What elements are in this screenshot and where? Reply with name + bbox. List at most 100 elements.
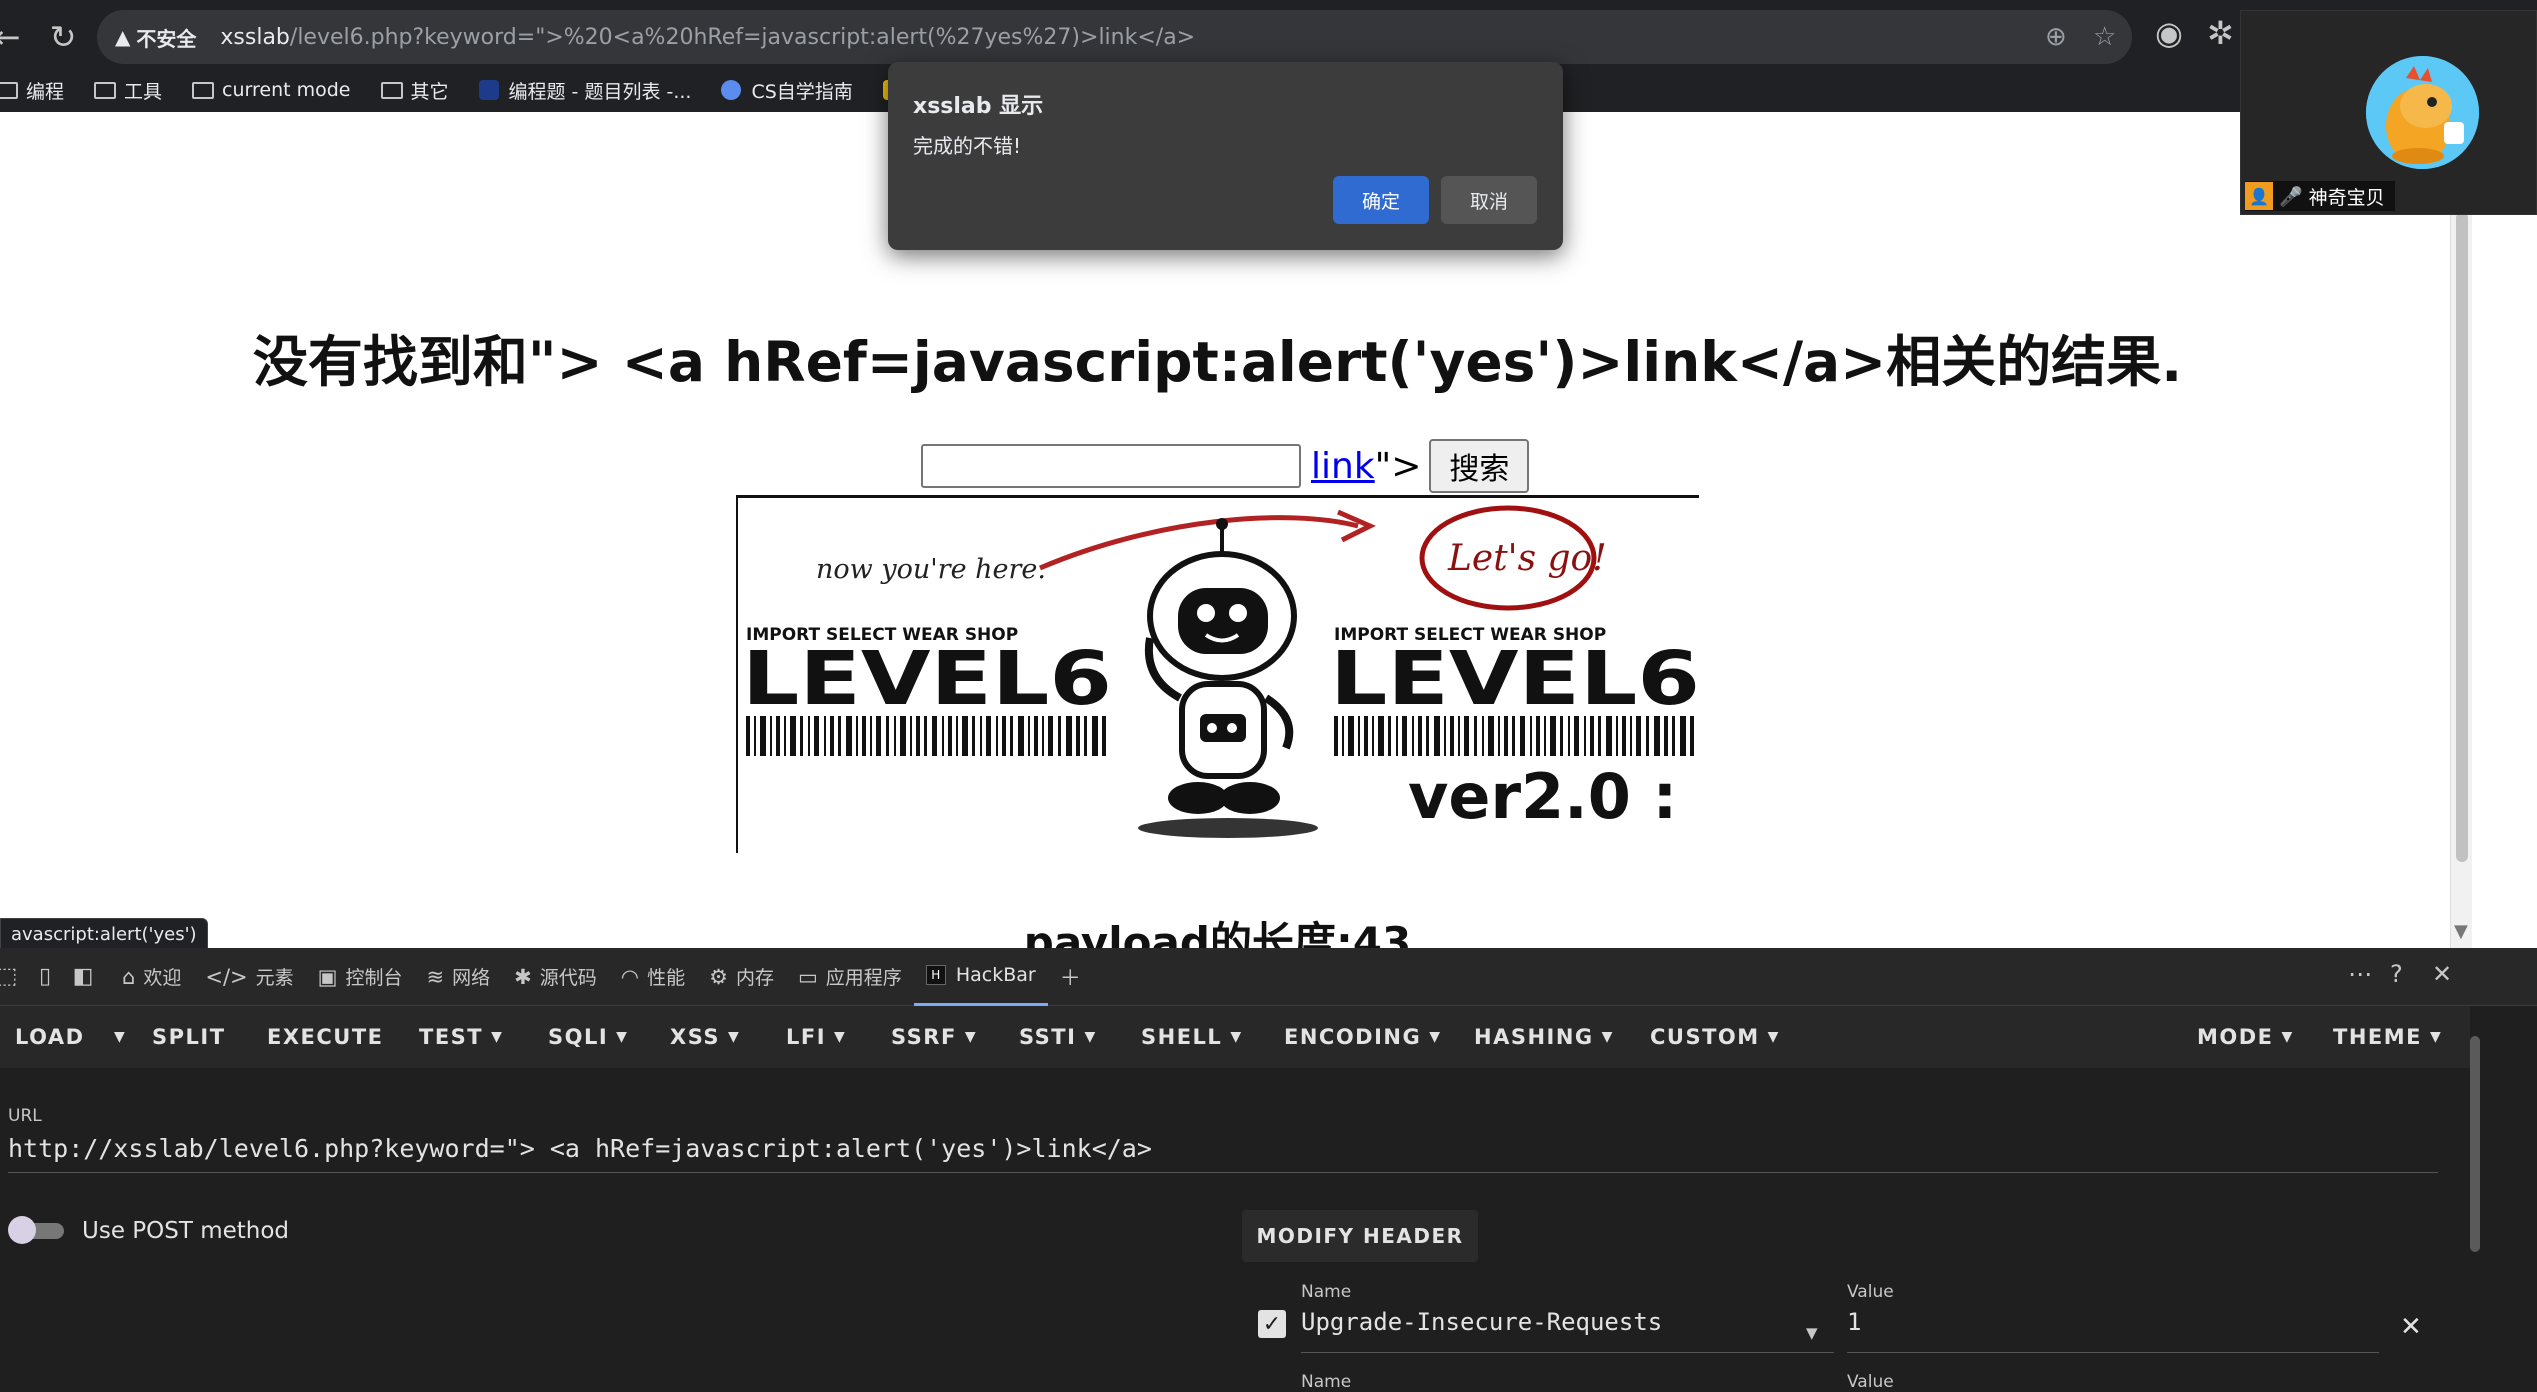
chevron-down-icon: ▼ — [834, 1029, 847, 1045]
tab-memory[interactable]: ⚙ 内存 — [697, 948, 786, 1006]
tab-performance[interactable]: ◠ 性能 — [609, 948, 697, 1006]
chevron-down-icon: ▼ — [2281, 1029, 2294, 1045]
menu-custom[interactable]: CUSTOM ▼ — [1650, 1006, 1780, 1068]
home-icon: ⌂ — [122, 964, 136, 989]
url-field-label: URL — [8, 1106, 42, 1126]
folder-icon — [0, 81, 18, 99]
menu-load-dropdown[interactable]: ▼ — [106, 1006, 126, 1068]
menu-execute[interactable]: EXECUTE — [267, 1006, 384, 1068]
bookmark-folder-1[interactable]: 编程 — [0, 77, 64, 104]
menu-ssti[interactable]: SSTI ▼ — [1019, 1006, 1097, 1068]
menu-xss[interactable]: XSS ▼ — [670, 1006, 740, 1068]
chevron-down-icon: ▼ — [1601, 1029, 1614, 1045]
menu-encoding[interactable]: ENCODING ▼ — [1284, 1006, 1442, 1068]
folder-icon — [94, 81, 117, 99]
user-icon: 👤 — [2245, 182, 2273, 210]
insecure-label[interactable]: 不安全 — [136, 23, 196, 52]
header-name-field[interactable]: Upgrade-Insecure-Requests — [1301, 1308, 1662, 1336]
menu-test[interactable]: TEST ▼ — [419, 1006, 503, 1068]
participant-name: 神奇宝贝 — [2308, 186, 2385, 209]
header-name-label-2: Name — [1301, 1372, 1352, 1392]
chevron-down-icon: ▼ — [964, 1029, 978, 1045]
chevron-down-icon: ▼ — [491, 1029, 504, 1045]
video-call-overlay[interactable]: 👤 🎤 神奇宝贝 — [2240, 10, 2537, 215]
devtools-scrollbar[interactable] — [2470, 1006, 2537, 1392]
bookmark-folder-3[interactable]: current mode — [192, 79, 351, 101]
barcode-left — [746, 716, 1106, 756]
wifi-icon: ≋ — [426, 964, 445, 989]
dialog-ok-button[interactable]: 确定 — [1333, 176, 1429, 224]
dialog-cancel-button[interactable]: 取消 — [1441, 176, 1537, 224]
devtools-tab-bar: ⬚ ▯ ◧ ⌂ 欢迎 </> 元素 ▣ 控制台 ≋ 网络 ✱ 源代码 ◠ 性能 ⚙ 内存 ▭ 应… — [0, 948, 2537, 1006]
bookmark-star-icon[interactable]: ☆ — [2093, 22, 2116, 52]
gauge-icon: ◠ — [620, 964, 640, 989]
menu-shell[interactable]: SHELL ▼ — [1141, 1006, 1243, 1068]
scroll-down-icon[interactable]: ▼ — [2454, 921, 2468, 942]
extensions-puzzle-icon[interactable]: ✲ — [2207, 14, 2234, 52]
search-button[interactable]: 搜索 — [1429, 439, 1530, 493]
back-icon[interactable]: ← — [0, 12, 32, 62]
post-method-label: Use POST method — [82, 1218, 290, 1244]
menu-sqli[interactable]: SQLI ▼ — [548, 1006, 628, 1068]
menu-hashing[interactable]: HASHING ▼ — [1474, 1006, 1614, 1068]
bookmark-site-1[interactable]: 编程题 - 题目列表 -... — [478, 77, 691, 104]
tab-hackbar[interactable]: H HackBar — [913, 948, 1048, 1006]
menu-load[interactable]: LOAD — [15, 1006, 85, 1068]
dock-panel-icon[interactable]: ◧ — [66, 960, 100, 994]
device-toggle-icon[interactable]: ▯ — [28, 960, 62, 994]
alert-dialog: xsslab 显示 完成的不错! 确定 取消 — [888, 62, 1563, 250]
search-form: link "> 搜索 — [921, 439, 1530, 493]
header-name-dropdown-icon[interactable]: ▼ — [1806, 1324, 1818, 1342]
header-enabled-checkbox[interactable]: ✓ — [1258, 1310, 1286, 1338]
folder-icon — [192, 81, 215, 99]
level-text-left: LEVEL6 — [742, 636, 1112, 722]
tab-elements[interactable]: </> 元素 — [193, 948, 305, 1006]
help-icon[interactable]: ? — [2390, 960, 2403, 988]
reload-icon[interactable]: ↻ — [38, 12, 88, 62]
url-field[interactable]: http://xsslab/level6.php?keyword="> <a h… — [8, 1134, 1152, 1163]
more-options-icon[interactable]: ⋯ — [2348, 960, 2372, 988]
menu-lfi[interactable]: LFI ▼ — [786, 1006, 846, 1068]
tab-welcome[interactable]: ⌂ 欢迎 — [110, 948, 193, 1006]
menu-theme[interactable]: THEME ▼ — [2333, 1006, 2442, 1068]
devtools-scroll-thumb[interactable] — [2470, 1036, 2480, 1252]
link-status-tooltip: avascript:alert('yes') — [0, 918, 208, 950]
modify-header-button[interactable]: MODIFY HEADER — [1242, 1210, 1478, 1262]
url-field-underline — [8, 1172, 2438, 1173]
menu-ssrf[interactable]: SSRF ▼ — [891, 1006, 977, 1068]
page-scrollbar[interactable]: ▼ — [2450, 112, 2472, 948]
level-banner-svg: now you're here. Let's go! IMPORT SELECT… — [742, 505, 1699, 838]
close-devtools-icon[interactable]: ✕ — [2432, 960, 2452, 988]
plus-icon: ＋ — [1059, 965, 1081, 990]
menu-mode[interactable]: MODE ▼ — [2197, 1006, 2294, 1068]
site-icon — [478, 80, 499, 100]
tab-sources[interactable]: ✱ 源代码 — [502, 948, 609, 1006]
keyword-input[interactable] — [921, 444, 1301, 488]
header-name-label: Name — [1301, 1282, 1352, 1302]
remove-header-icon[interactable]: ✕ — [2400, 1312, 2422, 1342]
menu-split[interactable]: SPLIT — [152, 1006, 226, 1068]
inspect-icon[interactable]: ⬚ — [0, 960, 24, 994]
bookmark-folder-2[interactable]: 工具 — [94, 77, 162, 104]
zoom-icon[interactable]: ⊕ — [2045, 22, 2067, 52]
bookmark-folder-4[interactable]: 其它 — [380, 77, 449, 104]
injected-link[interactable]: link — [1311, 446, 1375, 487]
extension-circle-icon[interactable]: ◉ — [2155, 14, 2183, 52]
address-bar[interactable]: ▲ 不安全 xsslab/level6.php?keyword=">%20<a%… — [97, 10, 2132, 64]
tab-console[interactable]: ▣ 控制台 — [306, 948, 415, 1006]
header-name-underline — [1301, 1352, 1834, 1353]
bug-icon: ✱ — [514, 964, 532, 989]
page-scroll-thumb[interactable] — [2456, 212, 2468, 862]
hackbar-body: URL http://xsslab/level6.php?keyword="> … — [0, 1068, 2470, 1392]
bookmark-site-2[interactable]: CS自学指南 — [721, 77, 853, 104]
chevron-down-icon: ▼ — [114, 1029, 127, 1045]
tab-network[interactable]: ≋ 网络 — [415, 948, 503, 1006]
post-method-toggle[interactable] — [8, 1216, 64, 1244]
header-value-label: Value — [1847, 1282, 1894, 1302]
robot-figure — [1138, 518, 1318, 838]
header-value-field[interactable]: 1 — [1847, 1308, 1861, 1336]
toggle-knob — [8, 1216, 36, 1244]
add-tab-button[interactable]: ＋ — [1048, 948, 1101, 1006]
tab-application[interactable]: ▭ 应用程序 — [786, 948, 914, 1006]
participant-name-tag: 👤 🎤 神奇宝贝 — [2245, 181, 2395, 211]
